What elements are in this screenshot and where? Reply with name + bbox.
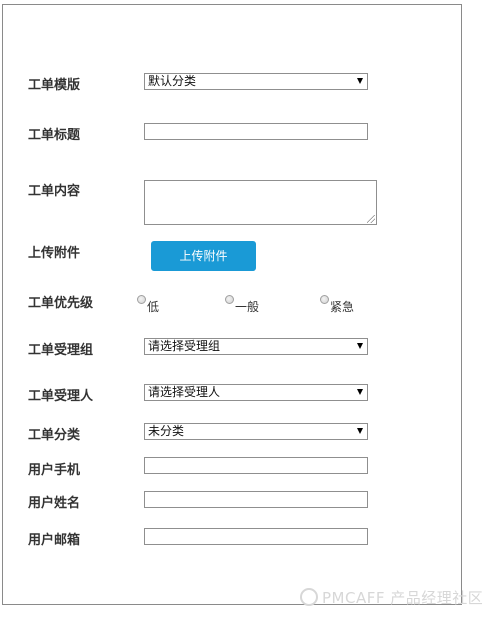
chevron-down-icon [353,424,367,439]
priority-option-label: 紧急 [330,300,355,314]
chevron-down-icon [353,385,367,400]
content-textarea[interactable] [144,180,377,225]
priority-radio-urgent[interactable]: 紧急 [320,294,354,314]
template-label: 工单模版 [28,78,81,93]
title-label: 工单标题 [28,128,81,143]
handler-group-select[interactable]: 请选择受理组 [144,338,368,355]
chevron-down-icon [353,339,367,354]
chevron-down-icon [353,74,367,89]
upload-attachment-button[interactable]: 上传附件 [151,241,256,271]
priority-radio-low[interactable]: 低 [137,294,159,314]
user-email-label: 用户邮箱 [28,533,81,548]
template-select[interactable]: 默认分类 [144,73,368,90]
watermark-logo-icon [300,588,318,606]
handler-select-value: 请选择受理人 [148,385,221,399]
template-select-value: 默认分类 [148,74,197,88]
user-phone-input[interactable] [144,457,368,474]
user-name-input[interactable] [144,491,368,508]
handler-label: 工单受理人 [28,389,94,404]
user-phone-label: 用户手机 [28,463,81,478]
attachment-label: 上传附件 [28,246,81,261]
user-email-input[interactable] [144,528,368,545]
category-label: 工单分类 [28,428,81,443]
handler-group-label: 工单受理组 [28,343,94,358]
handler-group-select-value: 请选择受理组 [148,339,221,353]
title-input[interactable] [144,123,368,140]
radio-icon[interactable] [225,295,234,304]
radio-icon[interactable] [320,295,329,304]
priority-option-label: 低 [147,300,160,314]
priority-label: 工单优先级 [28,296,94,311]
watermark-text: PMCAFF 产品经理社区 [322,589,484,607]
radio-icon[interactable] [137,295,146,304]
priority-option-label: 一般 [235,300,260,314]
priority-radio-normal[interactable]: 一般 [225,294,259,314]
category-select[interactable]: 未分类 [144,423,368,440]
watermark: PMCAFF 产品经理社区 [300,587,483,608]
resize-grip-icon[interactable] [367,215,375,223]
content-label: 工单内容 [28,184,81,199]
user-name-label: 用户姓名 [28,496,81,511]
category-select-value: 未分类 [148,424,185,438]
handler-select[interactable]: 请选择受理人 [144,384,368,401]
